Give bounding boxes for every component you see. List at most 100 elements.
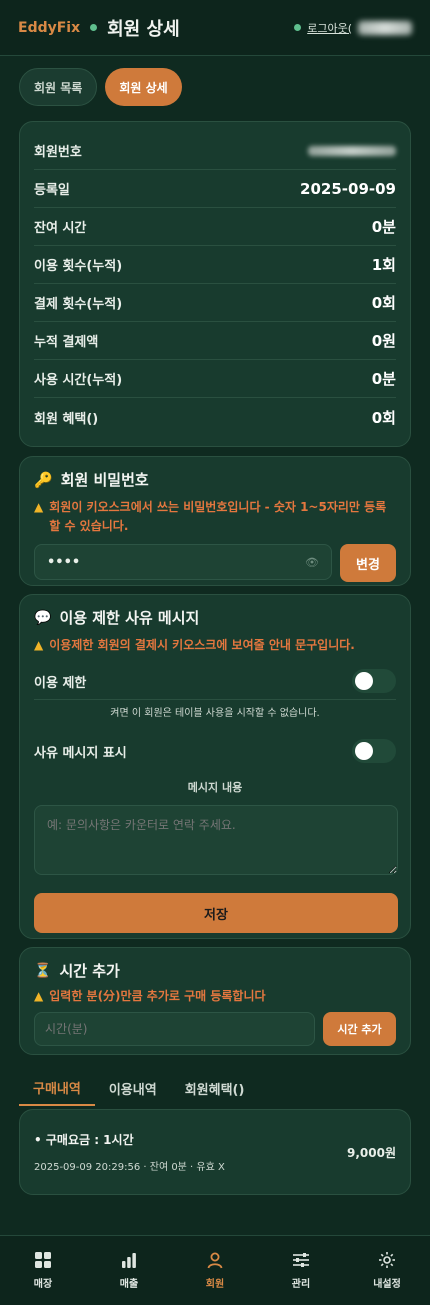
tab-usage-history[interactable]: 이용내역 (95, 1070, 171, 1106)
tab-member-list[interactable]: 회원 목록 (19, 68, 98, 106)
add-time-card: ⏳ 시간 추가 ▲ 입력한 분(分)만큼 추가로 구매 등록합니다 시간 추가 (19, 947, 411, 1055)
info-label: 이용 횟수(누적) (34, 259, 123, 274)
nav-label: 내설정 (373, 1279, 401, 1290)
tab-member-detail[interactable]: 회원 상세 (105, 68, 182, 106)
warning-icon: ▲ (34, 500, 44, 514)
person-icon (207, 1252, 223, 1269)
app-header: EddyFix 회원 상세 로그아웃( (0, 0, 430, 56)
restriction-card: 💬 이용 제한 사유 메시지 ▲ 이용제한 회원의 결제시 키오스크에 보여줄 … (19, 594, 411, 939)
password-warning: ▲ 회원이 키오스크에서 쓰는 비밀번호입니다 - 숫자 1~5자리만 등록할 … (34, 498, 396, 536)
history-tabs: 구매내역 이용내역 회원혜택() (19, 1070, 258, 1106)
sliders-icon (293, 1253, 309, 1267)
nav-label: 관리 (291, 1279, 311, 1290)
add-time-title: ⏳ 시간 추가 (34, 960, 396, 981)
purchase-meta: 2025-09-09 20:29:56 · 잔여 0분 · 유효 X (34, 1162, 225, 1173)
grid-icon (35, 1252, 51, 1268)
add-time-warning: ▲ 입력한 분(分)만큼 추가로 구매 등록합니다 (34, 987, 396, 1006)
info-label: 결제 횟수(누적) (34, 297, 123, 312)
password-value: •••• (47, 554, 81, 570)
key-icon: 🔑 (34, 470, 53, 489)
warning-icon: ▲ (34, 638, 44, 652)
nav-label: 매출 (119, 1279, 139, 1290)
nav-member[interactable]: 회원 (172, 1236, 258, 1305)
member-id-value (308, 145, 396, 156)
purchase-title: • 구매요금 : 1시간 (34, 1131, 225, 1148)
add-time-button[interactable]: 시간 추가 (323, 1012, 396, 1046)
restriction-title-text: 이용 제한 사유 메시지 (59, 609, 200, 627)
member-id-label: 회원번호 (34, 145, 82, 160)
sun-settings-icon (379, 1252, 395, 1268)
purchase-title-text: 구매요금 : 1시간 (45, 1133, 134, 1147)
password-warning-text: 회원이 키오스크에서 쓰는 비밀번호입니다 - 숫자 1~5자리만 등록할 수 … (49, 500, 387, 533)
info-row: 사용 시간(누적) 0분 (34, 360, 396, 398)
info-value: 0분 (371, 370, 396, 388)
purchase-item[interactable]: • 구매요금 : 1시간 2025-09-09 20:29:56 · 잔여 0분… (19, 1109, 411, 1195)
nav-settings[interactable]: 내설정 (344, 1236, 430, 1305)
minutes-input[interactable] (34, 1012, 315, 1046)
redacted-user (358, 20, 412, 35)
info-row: 회원 혜택() 0회 (34, 398, 396, 436)
nav-label: 매장 (33, 1279, 53, 1290)
info-row: 이용 횟수(누적) 1회 (34, 246, 396, 284)
warning-icon: ▲ (34, 989, 44, 1003)
tab-member-benefits[interactable]: 회원혜택() (171, 1070, 259, 1106)
nav-label: 회원 (205, 1279, 225, 1290)
eye-icon[interactable]: 👁 (305, 556, 319, 569)
bottom-nav: 매장 매출 회원 관리 내설정 (0, 1235, 430, 1305)
restriction-warning-text: 이용제한 회원의 결제시 키오스크에 보여줄 안내 문구입니다. (49, 638, 355, 652)
info-row: 결제 횟수(누적) 0회 (34, 284, 396, 322)
logout-area: 로그아웃( (294, 20, 412, 36)
change-password-button[interactable]: 변경 (340, 544, 396, 582)
speech-bubble-icon: 💬 (34, 609, 52, 626)
password-row: •••• 👁 변경 (34, 544, 396, 582)
toggle-knob (355, 672, 373, 690)
nav-store[interactable]: 매장 (0, 1236, 86, 1305)
message-textarea[interactable] (34, 805, 398, 875)
info-label: 잔여 시간 (34, 221, 87, 236)
add-time-row: 시간 추가 (34, 1012, 396, 1046)
info-label: 회원 혜택() (34, 411, 99, 427)
restriction-title: 💬 이용 제한 사유 메시지 (34, 607, 396, 628)
online-dot-icon (294, 24, 302, 31)
password-title-text: 회원 비밀번호 (60, 471, 149, 489)
bar-chart-icon (122, 1253, 136, 1268)
info-value: 0원 (371, 332, 396, 350)
add-time-title-text: 시간 추가 (59, 962, 120, 980)
member-info-card: 회원번호 등록일 2025-09-09 잔여 시간 0분 이용 횟수(누적) 1… (19, 121, 411, 447)
info-label: 사용 시간(누적) (34, 373, 123, 388)
top-tabs: 회원 목록 회원 상세 (19, 68, 182, 106)
nav-sales[interactable]: 매출 (86, 1236, 172, 1305)
info-row: 회원번호 (34, 132, 396, 170)
info-value: 2025-09-09 (300, 179, 396, 198)
show-message-label: 사유 메시지 표시 (34, 745, 127, 761)
logout-link[interactable]: 로그아웃( (307, 20, 352, 36)
page-title: 회원 상세 (107, 18, 180, 40)
info-label: 등록일 (34, 183, 70, 198)
purchase-amount: 9,000원 (347, 1145, 396, 1160)
restriction-hint: 켜면 이 회원은 테이블 사용을 시작할 수 없습니다. (34, 699, 396, 719)
purchase-info: • 구매요금 : 1시간 2025-09-09 20:29:56 · 잔여 0분… (34, 1131, 225, 1173)
save-button[interactable]: 저장 (34, 893, 398, 933)
show-message-toggle[interactable] (352, 739, 396, 763)
hourglass-icon: ⏳ (34, 962, 52, 979)
brand-logo: EddyFix (18, 19, 81, 36)
info-value: 1회 (371, 256, 396, 274)
info-value: 0회 (371, 408, 396, 427)
password-title: 🔑 회원 비밀번호 (34, 469, 396, 490)
password-field[interactable]: •••• 👁 (34, 544, 332, 580)
info-row: 등록일 2025-09-09 (34, 170, 396, 208)
tab-purchase-history[interactable]: 구매내역 (19, 1070, 95, 1106)
show-message-row: 사유 메시지 표시 (34, 737, 396, 765)
message-content-label: 메시지 내용 (187, 781, 243, 794)
bullet-icon: • (34, 1133, 42, 1147)
info-row: 잔여 시간 0분 (34, 208, 396, 246)
restriction-warning: ▲ 이용제한 회원의 결제시 키오스크에 보여줄 안내 문구입니다. (34, 636, 396, 655)
restriction-toggle[interactable] (352, 669, 396, 693)
restriction-toggle-label: 이용 제한 (34, 675, 87, 691)
info-value: 0회 (371, 294, 396, 312)
info-row: 누적 결제액 0원 (34, 322, 396, 360)
restriction-toggle-row: 이용 제한 (34, 667, 396, 695)
nav-manage[interactable]: 관리 (258, 1236, 344, 1305)
toggle-knob (355, 742, 373, 760)
add-time-warning-text: 입력한 분(分)만큼 추가로 구매 등록합니다 (49, 989, 266, 1003)
